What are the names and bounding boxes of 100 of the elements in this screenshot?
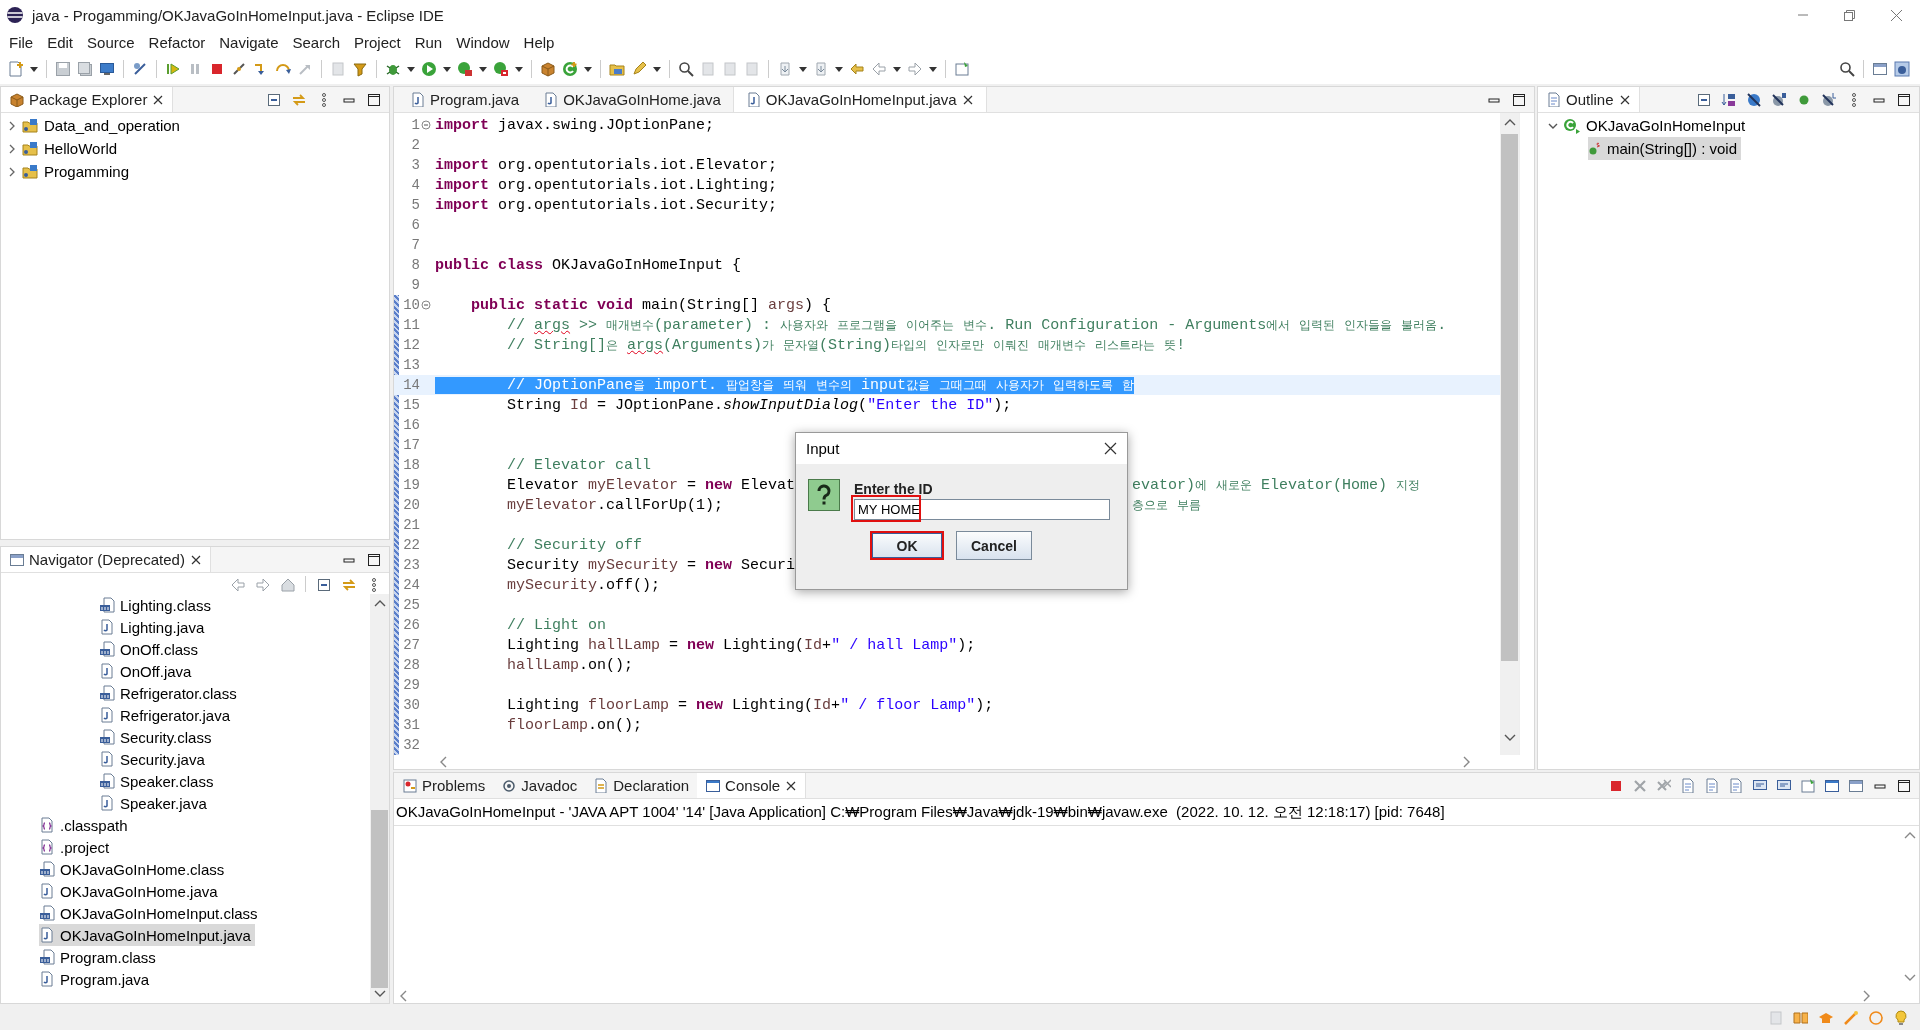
scroll-right-icon[interactable] — [1463, 756, 1470, 768]
scroll-up-icon[interactable] — [1503, 119, 1516, 126]
tab[interactable]: Outline — [1538, 87, 1640, 112]
scroll-left-icon[interactable] — [440, 756, 447, 768]
tab[interactable]: Console — [697, 773, 807, 798]
link-icon[interactable] — [341, 576, 356, 592]
close-icon[interactable] — [152, 93, 165, 106]
menu-item[interactable]: Window — [449, 33, 517, 51]
dropdown-caret-icon[interactable] — [30, 66, 38, 72]
maximize-icon[interactable] — [1511, 92, 1526, 107]
tree-item[interactable]: .classpath — [39, 814, 132, 836]
open-console-icon[interactable] — [1848, 778, 1863, 793]
save-icon[interactable] — [55, 61, 71, 77]
dropdown-caret-icon[interactable] — [584, 66, 592, 72]
ok-button[interactable]: OK — [870, 531, 944, 560]
run-icon[interactable] — [421, 61, 437, 77]
forward-arrow-icon[interactable] — [255, 576, 270, 592]
close-icon[interactable] — [785, 779, 798, 792]
pen-icon[interactable] — [631, 61, 647, 77]
pin-editor-icon[interactable] — [954, 61, 970, 77]
hide-static-icon[interactable] — [1771, 92, 1786, 107]
home-icon[interactable] — [280, 576, 295, 592]
tree-item[interactable]: Progamming — [1, 160, 134, 183]
previous-annotation-icon[interactable] — [813, 61, 829, 77]
close-icon[interactable] — [1104, 442, 1117, 455]
sort-icon[interactable] — [1721, 92, 1736, 107]
stop-icon[interactable] — [209, 61, 225, 77]
tree-item[interactable]: Program.class — [39, 946, 160, 968]
dropdown-caret-icon[interactable] — [479, 66, 487, 72]
input-field[interactable]: MY HOME — [854, 499, 1110, 520]
tree-item[interactable]: Refrigerator.java — [99, 704, 235, 726]
tree-item[interactable]: Lighting.java — [99, 616, 209, 638]
menu-item[interactable]: File — [2, 33, 41, 51]
pin-console-icon[interactable] — [1800, 778, 1815, 793]
restore-icon[interactable] — [1843, 8, 1856, 22]
scroll-right-icon[interactable] — [1863, 990, 1870, 1002]
scroll-down-icon[interactable] — [1903, 974, 1916, 981]
tree-item[interactable]: OKJavaGoInHomeInput.java — [39, 924, 255, 946]
next-annotation-icon[interactable] — [777, 61, 793, 77]
tab[interactable]: Navigator (Deprecated) — [1, 547, 211, 572]
scrollbar[interactable] — [1500, 113, 1519, 755]
tab[interactable]: Package Explorer — [1, 87, 174, 112]
tree-item[interactable]: OnOff.class — [99, 638, 203, 660]
wand-icon[interactable] — [1843, 1009, 1858, 1025]
filter-icon[interactable] — [352, 61, 368, 77]
menu-item[interactable]: Source — [80, 33, 142, 51]
clear-console-icon[interactable] — [1680, 778, 1695, 793]
tree-item[interactable]: Lighting.class — [99, 594, 215, 616]
scroll-up-icon[interactable] — [1903, 832, 1916, 839]
tab[interactable]: Program.java — [398, 87, 532, 112]
menu-item[interactable]: Run — [407, 33, 450, 51]
skip-breakpoints-icon[interactable] — [132, 61, 148, 77]
tree-item[interactable]: Program.java — [39, 968, 154, 990]
tab[interactable]: Declaration — [585, 773, 698, 798]
tab[interactable]: OKJavaGoInHomeInput.java — [732, 87, 987, 112]
tab[interactable]: Problems — [394, 773, 494, 798]
hide-local-icon[interactable] — [1821, 92, 1836, 107]
external-tool-icon[interactable] — [493, 61, 509, 77]
scroll-lock-icon[interactable] — [1704, 778, 1719, 793]
scroll-down-icon[interactable] — [1503, 734, 1516, 741]
back-arrow-icon[interactable] — [230, 576, 245, 592]
save-all-icon[interactable] — [77, 61, 93, 77]
scroll-left-icon[interactable] — [400, 990, 407, 1002]
tree-item[interactable]: Security.class — [99, 726, 216, 748]
new-class-icon[interactable] — [562, 61, 578, 77]
cancel-button[interactable]: Cancel — [956, 531, 1032, 560]
search-icon[interactable] — [1839, 61, 1855, 77]
maximize-icon[interactable] — [1896, 778, 1911, 793]
stop-icon[interactable] — [1608, 778, 1623, 793]
fold-toggle-icon[interactable] — [421, 300, 431, 310]
maximize-icon[interactable] — [366, 552, 381, 567]
fold-toggle-icon[interactable] — [421, 120, 431, 130]
tree-item[interactable]: Speaker.class — [99, 770, 218, 792]
book-icon[interactable] — [1793, 1009, 1808, 1025]
close-icon[interactable] — [961, 93, 974, 106]
link-icon[interactable] — [291, 92, 306, 107]
search-icon[interactable] — [678, 61, 694, 77]
circle-icon[interactable] — [1868, 1009, 1883, 1025]
dropdown-caret-icon[interactable] — [799, 66, 807, 72]
remove-icon[interactable] — [1632, 778, 1647, 793]
dropdown-caret-icon[interactable] — [443, 66, 451, 72]
close-icon[interactable] — [1618, 93, 1631, 106]
menu-item[interactable]: Search — [285, 33, 347, 51]
coverage-icon[interactable] — [457, 61, 473, 77]
back-arrow-icon[interactable] — [871, 61, 887, 77]
menu-item[interactable]: Project — [347, 33, 408, 51]
tree-item[interactable]: OKJavaGoInHomeInput — [1548, 114, 1750, 137]
menu-item[interactable]: Edit — [40, 33, 81, 51]
tab[interactable]: OKJavaGoInHome.java — [531, 87, 733, 112]
last-edit-icon[interactable] — [849, 61, 865, 77]
tree-item[interactable]: OKJavaGoInHomeInput.class — [39, 902, 262, 924]
show-errors-icon[interactable] — [1776, 778, 1791, 793]
lightbulb-icon[interactable] — [1893, 1009, 1908, 1025]
display-console-icon[interactable] — [1824, 778, 1839, 793]
menu-item[interactable]: Navigate — [212, 33, 286, 51]
tree-item[interactable]: OKJavaGoInHome.class — [39, 858, 229, 880]
tree-item[interactable]: OKJavaGoInHome.java — [39, 880, 222, 902]
perspective-icon[interactable] — [1872, 61, 1888, 77]
collapse-all-icon[interactable] — [266, 92, 281, 107]
dropdown-caret-icon[interactable] — [835, 66, 843, 72]
